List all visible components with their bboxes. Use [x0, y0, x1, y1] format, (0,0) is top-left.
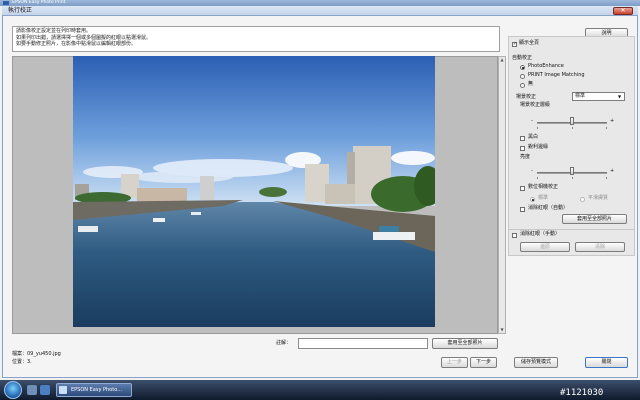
sharpen-checkbox[interactable] — [520, 146, 525, 151]
show-all-checkbox[interactable] — [512, 41, 517, 47]
slider-tick — [572, 127, 573, 129]
print-image-matching-label: PRINT Image Matching — [528, 72, 585, 78]
close-icon[interactable]: ✕ — [613, 7, 633, 15]
scroll-down-icon[interactable]: ▼ — [499, 327, 505, 333]
file-name-label: 檔案：09_yu450.jpg — [12, 351, 61, 357]
scene-level-slider-thumb[interactable] — [570, 117, 574, 125]
dialog-title-bar[interactable] — [2, 6, 638, 16]
slider-plus-label: + — [610, 118, 615, 124]
dc-standard-label: 標準 — [538, 195, 549, 201]
taskbar-item-epson[interactable]: EPSON Easy Photo... — [56, 383, 132, 397]
slider-tick — [537, 127, 538, 129]
show-all-label: 顯示全頁 — [519, 40, 540, 46]
digital-camera-label: 數位相機校正 — [528, 184, 559, 190]
auto-correct-label: 自動校正 — [512, 55, 533, 61]
dc-standard-radio[interactable] — [530, 197, 535, 202]
tray-text: #1121030 — [560, 388, 604, 398]
preview-scrollbar[interactable]: ▲ ▼ — [498, 56, 506, 334]
browser-icon[interactable] — [40, 385, 50, 395]
photoenhance-label: PhotoEnhance — [528, 63, 564, 69]
instruction-line: 如要手動修正照片，在影像中點滑鼠以編輯紅眼部份。 — [16, 41, 137, 47]
close-button[interactable]: 關閉 — [585, 357, 628, 368]
red-eye-manual-checkbox[interactable] — [512, 233, 517, 238]
comment-input[interactable] — [298, 338, 428, 349]
slider-tick — [572, 177, 573, 179]
river-harbor-photo — [73, 56, 435, 327]
digital-camera-checkbox[interactable] — [520, 186, 525, 191]
scene-correction-label: 場景校正 — [516, 94, 537, 100]
slider-tick — [606, 177, 607, 179]
start-button[interactable] — [4, 381, 22, 399]
slider-plus-label: + — [610, 168, 615, 174]
previous-button[interactable]: 上一步 — [441, 357, 468, 368]
photo-preview[interactable] — [73, 56, 435, 327]
apply-comment-all-button[interactable]: 套用至全部照片 — [432, 338, 498, 349]
app-icon — [3, 1, 9, 5]
red-eye-auto-label: 消除紅眼（自動） — [528, 205, 569, 211]
red-eye-manual-label: 消除紅眼（手動） — [520, 231, 561, 237]
none-radio[interactable] — [520, 83, 525, 88]
brightness-label: 亮度 — [520, 154, 531, 160]
red-eye-auto-checkbox[interactable] — [520, 207, 525, 212]
dc-smooth-skin-radio[interactable] — [580, 197, 585, 202]
save-preview-mode-button[interactable]: 儲存預覽模式 — [514, 357, 558, 368]
dialog-title: 執行校正 — [8, 7, 33, 14]
show-desktop-icon[interactable] — [27, 385, 37, 395]
photoenhance-radio[interactable] — [520, 65, 525, 70]
slider-tick — [537, 177, 538, 179]
print-image-matching-radio[interactable] — [520, 74, 525, 79]
scene-correction-value: 標準 — [575, 93, 586, 99]
instructions-box: 請影像校正設定並在列印時套用。 如果列印出錯，請選擇擇一個或多個圖擬的紅眼以點選… — [12, 26, 500, 52]
none-label: 無 — [528, 81, 534, 87]
next-button[interactable]: 下一步 — [470, 357, 497, 368]
black-white-checkbox[interactable] — [520, 136, 525, 141]
apply-all-photos-button[interactable]: 套用至全部照片 — [562, 214, 627, 224]
slider-minus-label: - — [531, 168, 533, 174]
chevron-down-icon[interactable]: ▼ — [618, 93, 621, 100]
sharpen-label: 銳利邊緣 — [528, 144, 549, 150]
brightness-slider-thumb[interactable] — [570, 167, 574, 175]
comment-label: 註解： — [276, 340, 292, 346]
clear-button[interactable]: 清除 — [575, 242, 625, 252]
black-white-label: 黑白 — [528, 134, 539, 140]
dc-smooth-skin-label: 平滑膚質 — [588, 195, 609, 201]
epson-app-icon — [59, 386, 67, 394]
position-label: 位置：3. — [12, 359, 32, 365]
restore-button[interactable]: 還原 — [520, 242, 570, 252]
slider-tick — [606, 127, 607, 129]
scroll-up-icon[interactable]: ▲ — [499, 57, 505, 63]
scene-level-label: 場景校正層級 — [520, 102, 551, 108]
slider-minus-label: - — [531, 118, 533, 124]
